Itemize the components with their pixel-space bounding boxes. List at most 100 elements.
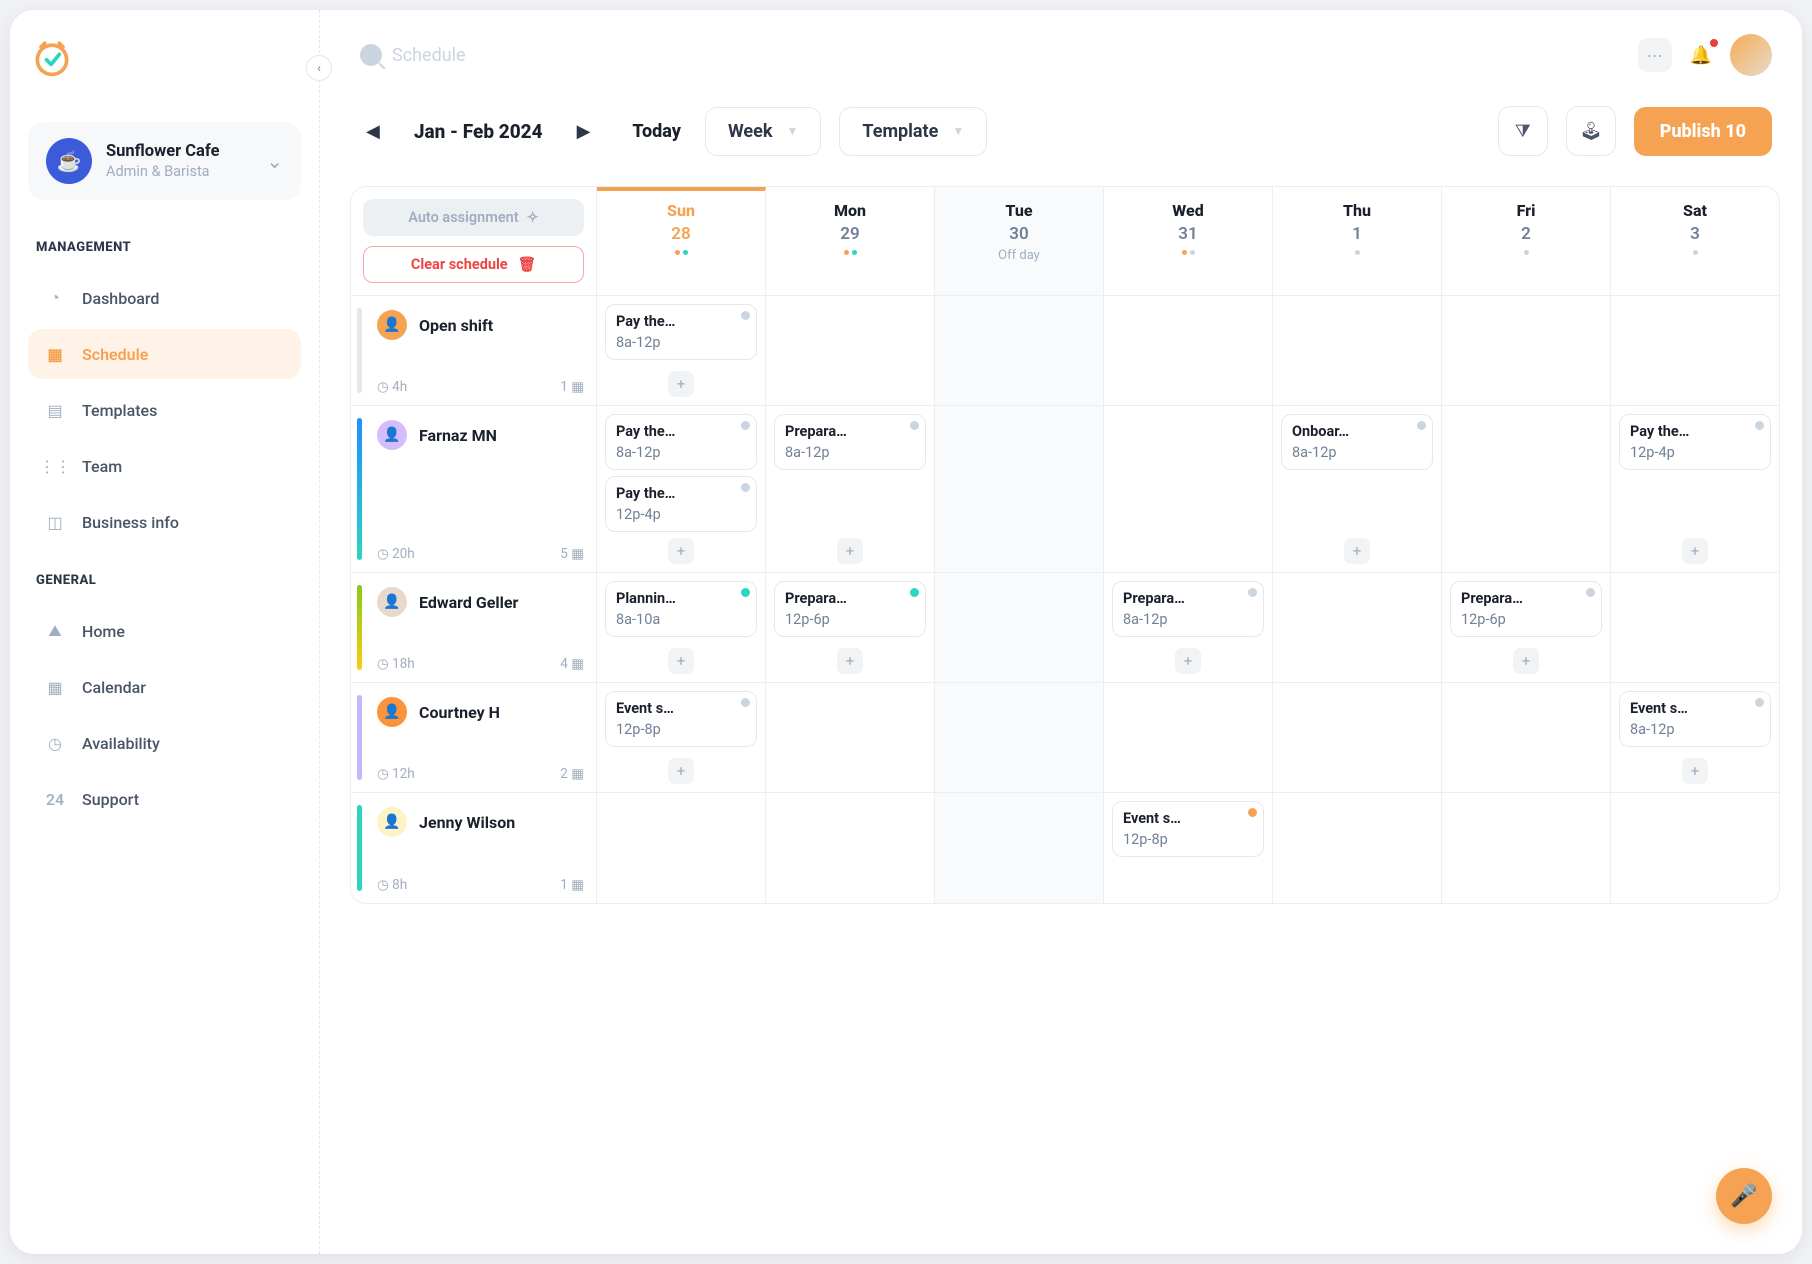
clear-schedule-button[interactable]: Clear schedule 🗑 [363, 246, 584, 283]
schedule-cell[interactable]: Plannin…8a-10a + [597, 573, 766, 682]
day-header[interactable]: Sun28 [597, 187, 766, 295]
schedule-cell[interactable]: Pay the…12p-4p + [1611, 406, 1779, 572]
schedule-cell[interactable] [1611, 573, 1779, 682]
employee-avatar: 👤 [377, 420, 407, 450]
day-header[interactable]: Mon29 [766, 187, 935, 295]
voice-fab[interactable]: 🎤 [1716, 1168, 1772, 1224]
tools-button[interactable]: 🕹 [1566, 106, 1616, 156]
schedule-cell[interactable]: Event s…8a-12p + [1611, 683, 1779, 792]
shift-card[interactable]: Prepara…8a-12p [774, 414, 926, 470]
schedule-cell[interactable] [1442, 793, 1611, 903]
add-shift-button[interactable]: + [1682, 538, 1708, 564]
messages-button[interactable]: ⋯ [1638, 38, 1672, 72]
day-header[interactable]: Thu1 [1273, 187, 1442, 295]
schedule-cell[interactable] [1442, 296, 1611, 405]
schedule-cell[interactable] [1104, 683, 1273, 792]
nav-dashboard[interactable]: ◔ Dashboard [28, 273, 301, 323]
schedule-cell[interactable] [1104, 296, 1273, 405]
store-icon: ◫ [44, 511, 66, 533]
shift-card[interactable]: Plannin…8a-10a [605, 581, 757, 637]
add-shift-button[interactable]: + [837, 538, 863, 564]
shift-card[interactable]: Pay the…8a-12p [605, 304, 757, 360]
schedule-cell[interactable]: Prepara…8a-12p + [1104, 573, 1273, 682]
filter-button[interactable]: ⧩ [1498, 106, 1548, 156]
add-shift-button[interactable]: + [668, 371, 694, 397]
publish-button[interactable]: Publish 10 [1634, 107, 1772, 156]
prev-week-button[interactable]: ◀ [360, 117, 386, 146]
schedule-cell[interactable] [1611, 296, 1779, 405]
add-shift-button[interactable]: + [1344, 538, 1370, 564]
row-summary: ◷ 20h5 ▦ [377, 536, 584, 562]
shift-time: 12p-4p [616, 506, 746, 523]
schedule-cell[interactable] [1273, 683, 1442, 792]
schedule-cell[interactable]: Prepara…8a-12p + [766, 406, 935, 572]
schedule-cell[interactable] [1442, 406, 1611, 572]
collapse-sidebar-button[interactable]: ‹ [306, 55, 332, 81]
schedule-cell[interactable] [935, 573, 1104, 682]
schedule-cell[interactable]: Onboar…8a-12p + [1273, 406, 1442, 572]
schedule-cell[interactable]: Event s…12p-8p + [597, 683, 766, 792]
shift-card[interactable]: Prepara…8a-12p [1112, 581, 1264, 637]
schedule-cell[interactable] [1442, 683, 1611, 792]
shift-card[interactable]: Event s…12p-8p [1112, 801, 1264, 857]
employee-avatar: 👤 [377, 587, 407, 617]
schedule-cell[interactable] [935, 296, 1104, 405]
schedule-cell[interactable] [1273, 793, 1442, 903]
schedule-cell[interactable] [766, 793, 935, 903]
user-avatar[interactable] [1730, 34, 1772, 76]
add-shift-button[interactable]: + [668, 648, 694, 674]
auto-assignment-button[interactable]: Auto assignment ✧ [363, 199, 584, 236]
shift-card[interactable]: Prepara…12p-6p [1450, 581, 1602, 637]
trash-icon: 🗑 [518, 256, 536, 273]
day-header[interactable]: Fri2 [1442, 187, 1611, 295]
schedule-cell[interactable] [1273, 296, 1442, 405]
add-shift-button[interactable]: + [1513, 648, 1539, 674]
add-shift-button[interactable]: + [1175, 648, 1201, 674]
add-shift-button[interactable]: + [1682, 758, 1708, 784]
day-header[interactable]: Sat3 [1611, 187, 1779, 295]
schedule-cell[interactable]: Pay the…8a-12p + [597, 296, 766, 405]
business-selector[interactable]: ☕ Sunflower Cafe Admin & Barista ⌄ [28, 122, 301, 200]
day-header[interactable]: Tue30Off day [935, 187, 1104, 295]
shift-card[interactable]: Event s…8a-12p [1619, 691, 1771, 747]
schedule-cell[interactable] [766, 296, 935, 405]
schedule-cell[interactable] [1273, 573, 1442, 682]
schedule-cell[interactable] [935, 406, 1104, 572]
shift-card[interactable]: Event s…12p-8p [605, 691, 757, 747]
add-shift-button[interactable]: + [668, 758, 694, 784]
nav-support[interactable]: 24 Support [28, 774, 301, 824]
add-shift-button[interactable]: + [837, 648, 863, 674]
schedule-cell[interactable] [1104, 406, 1273, 572]
schedule-cell[interactable] [1611, 793, 1779, 903]
shift-card[interactable]: Onboar…8a-12p [1281, 414, 1433, 470]
nav-team[interactable]: ⋮⋮ Team [28, 441, 301, 491]
schedule-cell[interactable] [935, 793, 1104, 903]
nav-calendar[interactable]: ▦ Calendar [28, 662, 301, 712]
day-header[interactable]: Wed31 [1104, 187, 1273, 295]
schedule-cell[interactable] [935, 683, 1104, 792]
nav-templates[interactable]: ▤ Templates [28, 385, 301, 435]
nav-schedule[interactable]: ▦ Schedule [28, 329, 301, 379]
schedule-cell[interactable]: Prepara…12p-6p + [1442, 573, 1611, 682]
shift-card[interactable]: Prepara…12p-6p [774, 581, 926, 637]
view-select[interactable]: Week ▼ [705, 107, 821, 156]
schedule-cell[interactable]: Event s…12p-8p [1104, 793, 1273, 903]
shift-card[interactable]: Pay the…12p-4p [605, 476, 757, 532]
schedule-cell[interactable]: Prepara…12p-6p + [766, 573, 935, 682]
search[interactable]: Schedule [360, 44, 1624, 66]
add-shift-button[interactable]: + [668, 538, 694, 564]
today-button[interactable]: Today [632, 121, 681, 142]
nav-home[interactable]: ⛰ Home [28, 606, 301, 656]
next-week-button[interactable]: ▶ [571, 117, 597, 146]
shift-time: 8a-12p [616, 334, 746, 351]
shift-card[interactable]: Pay the…12p-4p [1619, 414, 1771, 470]
shift-time: 8a-12p [1630, 721, 1760, 738]
shift-card[interactable]: Pay the…8a-12p [605, 414, 757, 470]
schedule-cell[interactable] [597, 793, 766, 903]
schedule-cell[interactable] [766, 683, 935, 792]
nav-business-info[interactable]: ◫ Business info [28, 497, 301, 547]
notifications-button[interactable]: 🔔 [1686, 41, 1716, 70]
nav-availability[interactable]: ◷ Availability [28, 718, 301, 768]
schedule-cell[interactable]: Pay the…8a-12p Pay the…12p-4p + [597, 406, 766, 572]
template-select[interactable]: Template ▼ [839, 107, 987, 156]
